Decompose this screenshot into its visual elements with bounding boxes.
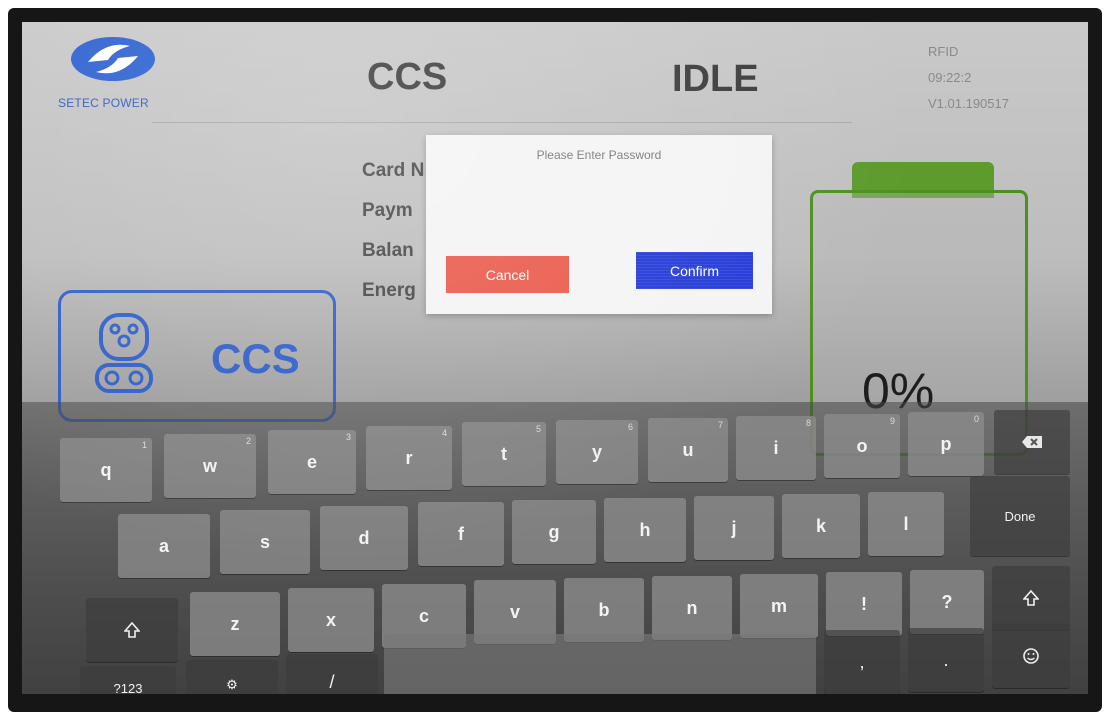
key-r[interactable]: r4 xyxy=(366,426,452,490)
key-hint: 3 xyxy=(345,432,351,442)
key-l[interactable]: l xyxy=(868,492,944,556)
symbols-key[interactable]: ?123 xyxy=(80,666,176,694)
slash-key[interactable]: / xyxy=(286,654,378,694)
key-d[interactable]: d xyxy=(320,506,408,570)
key-y[interactable]: y6 xyxy=(556,420,638,484)
setec-logo-icon xyxy=(71,37,155,81)
key-g[interactable]: g xyxy=(512,500,596,564)
key-k[interactable]: k xyxy=(782,494,860,558)
key-hint: 0 xyxy=(973,414,979,424)
card-number-label: Card N xyxy=(362,160,425,181)
key-h[interactable]: h xyxy=(604,498,686,562)
soft-keyboard: q1 w2 e3 r4 t5 y6 u7 i8 o9 p0 a s d f g … xyxy=(22,402,1088,694)
key-hint: 8 xyxy=(805,418,811,428)
confirm-button[interactable]: Confirm xyxy=(636,252,753,289)
key-i[interactable]: i8 xyxy=(736,416,816,480)
key-hint: 7 xyxy=(717,420,723,430)
ccs-plug-icon xyxy=(95,313,153,393)
key-s[interactable]: s xyxy=(220,510,310,574)
status-title: IDLE xyxy=(672,58,759,100)
key-x[interactable]: x xyxy=(288,588,374,652)
brand-name: SETEC POWER xyxy=(58,96,149,110)
auth-mode-label: RFID xyxy=(928,44,959,59)
connector-title: CCS xyxy=(367,56,448,98)
energy-label: Energ xyxy=(362,280,416,301)
key-a[interactable]: a xyxy=(118,514,210,578)
clock-label: 09:22:2 xyxy=(928,70,972,85)
shift-key-right[interactable] xyxy=(992,566,1070,630)
version-label: V1.01.190517 xyxy=(928,96,1009,111)
key-q[interactable]: q1 xyxy=(60,438,152,502)
key-hint: 6 xyxy=(627,422,633,432)
shift-key-left[interactable] xyxy=(86,598,178,662)
key-j[interactable]: j xyxy=(694,496,774,560)
period-key[interactable]: . xyxy=(908,628,984,692)
backspace-icon xyxy=(1022,436,1042,448)
backspace-key[interactable] xyxy=(994,410,1070,474)
key-p[interactable]: p0 xyxy=(908,412,984,476)
key-t[interactable]: t5 xyxy=(462,422,546,486)
key-question[interactable]: ? xyxy=(910,570,984,634)
key-hint: 1 xyxy=(141,440,147,450)
key-u[interactable]: u7 xyxy=(648,418,728,482)
charger-screen: SETEC POWER CCS IDLE RFID 09:22:2 V1.01.… xyxy=(22,22,1088,694)
ccs-card-label: CCS xyxy=(211,335,300,382)
key-w[interactable]: w2 xyxy=(164,434,256,498)
key-hint: 5 xyxy=(535,424,541,434)
key-b[interactable]: b xyxy=(564,578,644,642)
key-hint: 2 xyxy=(245,436,251,446)
shift-icon xyxy=(1023,590,1039,606)
key-n[interactable]: n xyxy=(652,576,732,640)
done-key[interactable]: Done xyxy=(970,476,1070,556)
key-z[interactable]: z xyxy=(190,592,280,656)
cancel-button[interactable]: Cancel xyxy=(446,256,569,293)
key-hint: 9 xyxy=(889,416,895,426)
key-f[interactable]: f xyxy=(418,502,504,566)
key-hint: 4 xyxy=(441,428,447,438)
dialog-title: Please Enter Password xyxy=(536,148,662,162)
comma-key[interactable]: , xyxy=(824,630,900,694)
brand-logo: SETEC POWER xyxy=(58,34,178,114)
space-bar[interactable] xyxy=(384,634,816,694)
key-e[interactable]: e3 xyxy=(268,430,356,494)
header-divider xyxy=(152,122,852,123)
key-exclamation[interactable]: ! xyxy=(826,572,902,636)
balance-label: Balan xyxy=(362,240,414,261)
key-m[interactable]: m xyxy=(740,574,818,638)
emoji-key[interactable] xyxy=(992,624,1070,688)
password-dialog: Please Enter Password Cancel Confirm xyxy=(426,135,772,314)
key-o[interactable]: o9 xyxy=(824,414,900,478)
payment-label: Paym xyxy=(362,200,413,221)
emoji-icon xyxy=(1023,648,1039,664)
shift-icon xyxy=(124,622,140,638)
settings-key[interactable]: ⚙ xyxy=(186,660,278,694)
